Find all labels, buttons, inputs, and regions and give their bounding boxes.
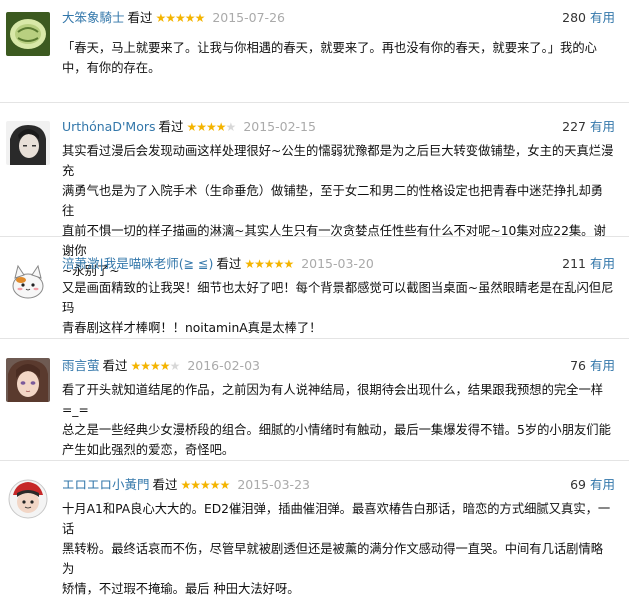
review-text-line: 青春剧这样才棒啊！！noitaminA真是太棒了！ bbox=[62, 321, 322, 335]
divider bbox=[0, 236, 629, 237]
useful-button[interactable]: 有用 bbox=[590, 119, 615, 134]
review-text: 「春天，马上就要来了。让我与你相遇的春天，就要来了。再也没有你的春天，就要来了。… bbox=[62, 38, 614, 78]
star-rating: ★★★★★ bbox=[244, 257, 294, 271]
vote-area: 227 有用 bbox=[562, 117, 615, 137]
star-empty-icon: ★ bbox=[169, 359, 181, 373]
review-date: 2015-02-15 bbox=[243, 119, 316, 134]
useful-button[interactable]: 有用 bbox=[590, 10, 615, 25]
watched-status: 看过 bbox=[216, 256, 242, 271]
review-text-line: 又是画面精致的让我哭！细节也太好了吧！每个背景都感觉可以截图当桌面~虽然眼睛老是… bbox=[62, 281, 614, 315]
review-text-line: 产生如此强烈的爱恋，奇怪吧。 bbox=[62, 443, 235, 457]
review-header: エロエロ小黃門 看过 ★★★★★ 2015-03-23 bbox=[62, 475, 310, 495]
review-header: UrthónaD'Mors 看过 ★★★★★ 2015-02-15 bbox=[62, 117, 316, 137]
useful-count: 280 bbox=[562, 10, 586, 25]
review-date: 2016-02-03 bbox=[187, 358, 260, 373]
watched-status: 看过 bbox=[127, 10, 153, 25]
useful-button[interactable]: 有用 bbox=[590, 358, 615, 373]
review-header: 大笨象騎士 看过 ★★★★★ 2015-07-26 bbox=[62, 8, 285, 28]
user-avatar[interactable] bbox=[6, 121, 50, 165]
useful-count: 69 bbox=[570, 477, 586, 492]
review-item: 雨言萤 看过 ★★★★★ 2016-02-03 76 有用 看了开头就知道结尾的作品，之… bbox=[0, 356, 629, 457]
review-text-line: 满勇气也是为了入院手术（生命垂危）做铺垫，至于女二和男二的性格设定也把青春中迷茫… bbox=[62, 184, 604, 218]
divider bbox=[0, 338, 629, 339]
user-avatar[interactable] bbox=[6, 12, 50, 56]
review-text: 看了开头就知道结尾的作品，之前因为有人说神结局，很期待会出现什么，结果跟我预想的… bbox=[62, 380, 614, 460]
vote-area: 69 有用 bbox=[570, 475, 615, 495]
review-item: エロエロ小黃門 看过 ★★★★★ 2015-03-23 69 有用 十月A1和PA良心大… bbox=[0, 475, 629, 596]
review-text-line: 十月A1和PA良心大大的。ED2催泪弹，插曲催泪弹。最喜欢椿告白那话，暗恋的方式… bbox=[62, 502, 611, 536]
username-link[interactable]: UrthónaD'Mors bbox=[62, 119, 156, 134]
review-item: UrthónaD'Mors 看过 ★★★★★ 2015-02-15 227 有用 其实看… bbox=[0, 117, 629, 278]
review-text: 又是画面精致的让我哭！细节也太好了吧！每个背景都感觉可以截图当桌面~虽然眼睛老是… bbox=[62, 278, 614, 338]
review-text-line: 其实看过漫后会发现动画这样处理很好~公生的懦弱犹豫都是为之后巨大转变做铺垫，女主… bbox=[62, 144, 614, 178]
username-link[interactable]: 雨言萤 bbox=[62, 358, 100, 373]
star-icon: ★★★★★ bbox=[180, 478, 231, 492]
star-icon: ★★★★★ bbox=[244, 257, 294, 271]
review-text-line: 矫情，不过瑕不掩瑜。最后 种田大法好呀。 bbox=[62, 582, 300, 596]
review-date: 2015-03-20 bbox=[301, 256, 374, 271]
user-avatar[interactable] bbox=[6, 477, 50, 521]
star-empty-icon: ★ bbox=[225, 120, 237, 134]
username-link[interactable]: 大笨象騎士 bbox=[62, 10, 125, 25]
divider bbox=[0, 102, 629, 103]
username-link[interactable]: 涪萧澂|我是喵咪老师(≧ ≦) bbox=[62, 256, 213, 271]
vote-area: 280 有用 bbox=[562, 8, 615, 28]
vote-area: 76 有用 bbox=[570, 356, 615, 376]
useful-count: 76 bbox=[570, 358, 586, 373]
review-item: 大笨象騎士 看过 ★★★★★ 2015-07-26 280 有用 「春天，马上就要来了。… bbox=[0, 8, 629, 88]
review-text-line: 中，有你的存在。 bbox=[62, 61, 161, 75]
star-rating: ★★★★★ bbox=[155, 11, 206, 25]
review-text-line: 总之是一些经典少女漫桥段的组合。细腻的小情绪时有触动，最后一集爆发得不错。5岁的… bbox=[62, 423, 611, 437]
vote-area: 211 有用 bbox=[562, 254, 615, 274]
star-icon: ★★★★★ bbox=[155, 11, 206, 25]
star-rating: ★★★★★ bbox=[180, 478, 231, 492]
watched-status: 看过 bbox=[158, 119, 184, 134]
review-text-line: 看了开头就知道结尾的作品，之前因为有人说神结局，很期待会出现什么，结果跟我预想的… bbox=[62, 383, 604, 417]
review-text: 十月A1和PA良心大大的。ED2催泪弹，插曲催泪弹。最喜欢椿告白那话，暗恋的方式… bbox=[62, 499, 614, 599]
star-icon: ★★★★ bbox=[186, 120, 227, 134]
review-item: 涪萧澂|我是喵咪老师(≧ ≦) 看过 ★★★★★ 2015-03-20 211 有用 又… bbox=[0, 254, 629, 335]
review-date: 2015-07-26 bbox=[212, 10, 285, 25]
review-date: 2015-03-23 bbox=[237, 477, 310, 492]
user-avatar[interactable] bbox=[6, 258, 50, 302]
review-header: 涪萧澂|我是喵咪老师(≧ ≦) 看过 ★★★★★ 2015-03-20 bbox=[62, 254, 374, 274]
username-link[interactable]: エロエロ小黃門 bbox=[62, 477, 150, 492]
star-rating: ★★★★★ bbox=[130, 359, 181, 373]
watched-status: 看过 bbox=[152, 477, 178, 492]
useful-count: 211 bbox=[562, 256, 586, 271]
review-text-line: 黑转粉。最终话哀而不伤，尽管早就被剧透但还是被薰的满分作文感动得一直哭。中间有几… bbox=[62, 542, 604, 576]
useful-count: 227 bbox=[562, 119, 586, 134]
watched-status: 看过 bbox=[102, 358, 128, 373]
useful-button[interactable]: 有用 bbox=[590, 477, 615, 492]
useful-button[interactable]: 有用 bbox=[590, 256, 615, 271]
star-rating: ★★★★★ bbox=[186, 120, 237, 134]
divider bbox=[0, 460, 629, 461]
review-text-line: 「春天，马上就要来了。让我与你相遇的春天，就要来了。再也没有你的春天，就要来了。… bbox=[62, 41, 597, 55]
review-header: 雨言萤 看过 ★★★★★ 2016-02-03 bbox=[62, 356, 260, 376]
user-avatar[interactable] bbox=[6, 358, 50, 402]
star-icon: ★★★★ bbox=[130, 359, 171, 373]
